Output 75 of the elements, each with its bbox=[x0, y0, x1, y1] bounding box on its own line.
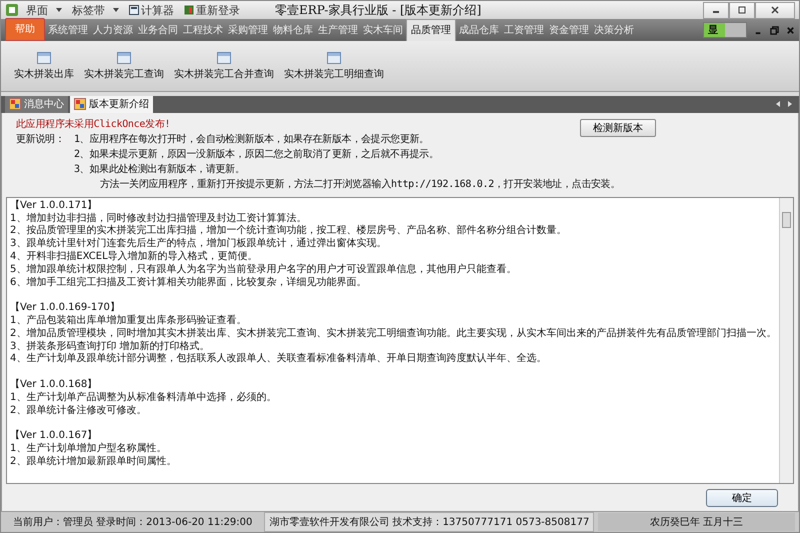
notice-line: 3、如果此处检测出有新版本，请更新。 bbox=[74, 162, 246, 177]
menu-tab[interactable]: 实木车间 bbox=[361, 20, 405, 42]
login-icon bbox=[184, 5, 194, 16]
notice-line: 方法一关闭应用程序，重新打开按提示更新，方法二打开浏览器输入http://192.168.0.2，打开安装地址，点击安装。 bbox=[99, 178, 620, 192]
changelog-line: 4、开料非扫描EXCEL导入增加新的导入格式，更简便。 bbox=[10, 251, 259, 264]
menu-tab[interactable]: 资金管理 bbox=[547, 20, 591, 42]
quick-access-button[interactable]: 界面 bbox=[23, 2, 65, 18]
maximize-button[interactable] bbox=[729, 2, 755, 19]
notice-line: 2、如果未提示更新，原因一没新版本，原因二您之前取消了更新，之后就不再提示。 bbox=[74, 148, 440, 162]
menu-tab[interactable]: 工程技术 bbox=[181, 20, 225, 42]
menu-tab[interactable]: 决策分析 bbox=[592, 20, 636, 42]
version-heading: 【Ver 1.0.0.168】 bbox=[10, 378, 98, 392]
close-icon bbox=[770, 5, 780, 16]
version-heading: 【Ver 1.0.0.171】 bbox=[10, 200, 98, 212]
check-update-button[interactable]: 检测新版本 bbox=[580, 118, 656, 137]
close-icon[interactable] bbox=[786, 26, 795, 35]
menu-tab[interactable]: 生产管理 bbox=[316, 20, 360, 42]
status-user: 当前用户：管理员 登录时间：2013-06-20 11:29:00 bbox=[12, 516, 254, 529]
menu-tab[interactable]: 采购管理 bbox=[226, 20, 270, 42]
changelog-line: 1、产品包装箱出库单增加重复出库条形码验证查看。 bbox=[10, 315, 248, 328]
ribbon-button[interactable]: 实木拼装完工查询 bbox=[79, 52, 169, 81]
window-icon bbox=[117, 52, 131, 64]
scroll-left-icon[interactable] bbox=[776, 101, 780, 108]
ribbon-button[interactable]: 实木拼装完工明细查询 bbox=[279, 52, 389, 81]
show-toggle-button[interactable]: 显 bbox=[703, 22, 747, 38]
menu-tab[interactable]: 帮助 bbox=[5, 18, 45, 42]
maximize-icon bbox=[737, 5, 747, 16]
changelog-line: 6、增加手工组完工扫描及工资计算相关功能界面，比较复杂，详细见功能界面。 bbox=[10, 276, 368, 290]
changelog-line: 2、跟单统计增加最新跟单时间属性。 bbox=[10, 456, 178, 469]
version-heading: 【Ver 1.0.0.169-170】 bbox=[10, 302, 121, 314]
changelog-line: 1、生产计划单产品调整为从标准备料清单中选择，必须的。 bbox=[10, 392, 278, 404]
window-icon bbox=[37, 52, 51, 64]
document-tab[interactable]: 版本更新介绍 bbox=[70, 96, 153, 113]
window-icon bbox=[327, 52, 341, 64]
menu-tab[interactable]: 系统管理 bbox=[46, 20, 90, 42]
document-tab[interactable]: 消息中心 bbox=[5, 96, 68, 113]
window-icon bbox=[217, 52, 231, 64]
restore-icon[interactable] bbox=[770, 26, 779, 35]
menu-tab[interactable]: 业务合同 bbox=[136, 20, 180, 42]
menu-tab[interactable]: 品质管理 bbox=[406, 19, 456, 42]
form-icon bbox=[74, 98, 86, 110]
menu-tab[interactable]: 工资管理 bbox=[502, 20, 546, 42]
menu-tab[interactable]: 物料仓库 bbox=[271, 20, 315, 42]
changelog-line: 1、生产计划单增加户型名称属性。 bbox=[10, 442, 168, 456]
notice-line: 1、应用程序在每次打开时，会自动检测新版本，如果存在新版本，会提示您更新。 bbox=[74, 132, 430, 147]
menu-tab[interactable]: 人力资源 bbox=[91, 20, 135, 42]
changelog-line: 3、拼装条形码查询打印 增加新的打印格式。 bbox=[10, 340, 211, 352]
status-lunar-date: 农历癸巳年 五月十三 bbox=[598, 512, 795, 531]
quick-access-button[interactable]: 标签带 bbox=[69, 2, 122, 18]
changelog-line: 3、跟单统计里针对门连套先后生产的特点，增加门板跟单统计，通过弹出窗体实现。 bbox=[10, 238, 388, 250]
scroll-right-icon[interactable] bbox=[788, 101, 792, 108]
quick-access-button[interactable]: 重新登录 bbox=[181, 2, 243, 18]
changelog-line: 2、按品质管理里的实木拼装完工出库扫描，增加一个统计查询功能，按工程、楼层房号、产品名称、部件名称分组合计数量。 bbox=[10, 225, 568, 238]
changelog-line: 5、增加跟单统计权限控制，只有跟单人为名字为当前登录用户名字的用户才可设置跟单信息，其他用户只能查看。 bbox=[10, 264, 518, 276]
ok-button[interactable]: 确定 bbox=[706, 488, 778, 507]
form-icon bbox=[9, 98, 21, 110]
ribbon-button[interactable]: 实木拼装完工合并查询 bbox=[169, 52, 279, 81]
quick-access-button[interactable]: 计算器 bbox=[126, 2, 177, 18]
changelog-line: 2、跟单统计备注修改可修改。 bbox=[10, 404, 148, 418]
changelog-line: 2、增加品质管理模块，同时增加其实木拼装出库、实木拼装完工查询、实木拼装完工明细查询功能。此主要实现，从实木车间出来的产品拼装件先有品质管理部门扫描一次。 bbox=[10, 328, 776, 340]
calculator-icon bbox=[129, 5, 139, 16]
menu-tab[interactable]: 成品仓库 bbox=[457, 20, 501, 42]
warning-text: 此应用程序未采用ClickOnce发布! bbox=[16, 118, 170, 132]
changelog-textbox[interactable] bbox=[6, 196, 794, 484]
minimize-button[interactable] bbox=[703, 2, 729, 19]
app-icon[interactable] bbox=[5, 3, 19, 18]
status-company: 湖市零壹软件开发有限公司 技术支持：13750777171 0573-8508177 bbox=[264, 512, 594, 532]
changelog-line: 1、增加封边非扫描，同时修改封边扫描管理及封边工资计算算法。 bbox=[10, 212, 308, 224]
scrollbar[interactable] bbox=[779, 198, 793, 483]
window-title: 零壹ERP-家具行业版 - [版本更新介绍] bbox=[275, 2, 482, 19]
close-button[interactable] bbox=[755, 2, 795, 19]
version-heading: 【Ver 1.0.0.167】 bbox=[10, 430, 98, 442]
ribbon-button[interactable]: 实木拼装出库 bbox=[9, 52, 79, 81]
notes-label: 更新说明： bbox=[16, 132, 66, 147]
changelog-line: 4、生产计划单及跟单统计部分调整，包括联系人改跟单人、关联查看标准备料清单、开单日期查询跨度默认半年、全选。 bbox=[10, 353, 548, 366]
